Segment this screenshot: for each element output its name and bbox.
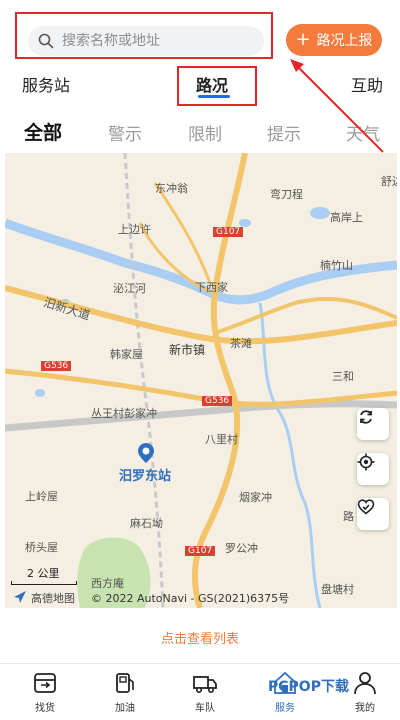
map-label: 烟家冲 bbox=[239, 491, 272, 504]
map-label: 三和 bbox=[332, 370, 354, 383]
map-label: 八里村 bbox=[205, 433, 238, 446]
highway-badge-g536-mid: G536 bbox=[202, 396, 233, 406]
view-list-link[interactable]: 点击查看列表 bbox=[0, 628, 400, 647]
locate-button[interactable] bbox=[357, 453, 389, 485]
refresh-button[interactable] bbox=[357, 408, 389, 440]
person-icon bbox=[354, 672, 376, 695]
map-label: 高岸上 bbox=[330, 211, 363, 224]
watermark: PCPOP下载 bbox=[268, 679, 349, 695]
filter-restriction[interactable]: 限制 bbox=[188, 120, 222, 145]
map-label: 桥头屋 bbox=[25, 541, 58, 554]
nav-label: 加油 bbox=[115, 703, 135, 714]
refresh-icon bbox=[360, 410, 372, 424]
fuel-icon bbox=[116, 673, 134, 693]
tab-highlight-box bbox=[177, 66, 257, 106]
map-label-station: 汨罗东站 bbox=[119, 469, 172, 484]
scale-label: 2 公里 bbox=[27, 567, 60, 580]
map-label: 路 bbox=[343, 510, 354, 523]
locate-icon bbox=[357, 453, 375, 471]
map-label: 下西家 bbox=[195, 281, 228, 294]
map-label: 东冲翁 bbox=[155, 182, 188, 195]
nav-label: 找货 bbox=[35, 703, 55, 714]
nav-item-find-cargo[interactable]: 找货 bbox=[10, 666, 80, 720]
nav-item-fuel[interactable]: 加油 bbox=[90, 666, 160, 720]
nav-label: 我的 bbox=[355, 703, 375, 714]
map-copyright: © 2022 AutoNavi - GS(2021)6375号 bbox=[91, 592, 290, 605]
map-label: 盘塘村 bbox=[321, 583, 354, 596]
map-label: 舒边 bbox=[381, 175, 397, 188]
map-label: 西方庵 bbox=[91, 577, 124, 590]
filter-warning[interactable]: 警示 bbox=[108, 120, 142, 145]
amap-logo-icon bbox=[14, 591, 26, 603]
cargo-icon bbox=[34, 673, 56, 693]
map-label-town: 新市镇 bbox=[169, 343, 206, 357]
nav-item-fleet[interactable]: 车队 bbox=[170, 666, 240, 720]
search-highlight-box bbox=[15, 12, 273, 59]
heart-icon bbox=[357, 499, 375, 515]
station-pin-icon[interactable] bbox=[138, 443, 154, 463]
map-label: 上边许 bbox=[118, 223, 151, 236]
highway-badge-g107: G107 bbox=[213, 227, 244, 237]
report-traffic-button[interactable]: + 路况上报 bbox=[286, 24, 382, 56]
map-label: 茶滩 bbox=[230, 337, 252, 350]
nav-label: 车队 bbox=[195, 703, 215, 714]
expressway-gray bbox=[5, 400, 397, 432]
map-label: 楠竹山 bbox=[320, 259, 353, 272]
map-label: 麻石坳 bbox=[130, 517, 163, 530]
map-label: 泌江河 bbox=[113, 282, 146, 295]
tab-mutual-help[interactable]: 互助 bbox=[351, 72, 383, 96]
lake-4 bbox=[35, 389, 45, 397]
map-label: 上岭屋 bbox=[25, 490, 58, 503]
plus-icon: + bbox=[295, 29, 311, 50]
map-label: 韩家屋 bbox=[110, 348, 143, 361]
scale-bar bbox=[11, 581, 77, 585]
highway-badge-g107-bottom: G107 bbox=[185, 546, 216, 556]
lake-2 bbox=[239, 219, 251, 227]
nav-label: 服务 bbox=[275, 703, 295, 714]
nav-divider bbox=[0, 663, 400, 664]
filter-tip[interactable]: 提示 bbox=[267, 120, 301, 145]
map-label: 丛王村彭家冲 bbox=[91, 407, 157, 420]
filter-all[interactable]: 全部 bbox=[24, 118, 62, 145]
road-north bbox=[153, 182, 212, 284]
map-view[interactable]: 东冲翁 弯刀程 舒边 高岸上 上边许 G107 楠竹山 泌江河 下西家 汨新大道… bbox=[5, 153, 397, 608]
highway-badge-g536-left: G536 bbox=[41, 361, 72, 371]
river-branch bbox=[258, 302, 322, 608]
tab-service-station[interactable]: 服务站 bbox=[22, 72, 70, 96]
map-label: 弯刀程 bbox=[270, 188, 303, 201]
truck-icon bbox=[193, 676, 217, 693]
favorite-button[interactable] bbox=[357, 498, 389, 530]
map-brand: 高德地图 bbox=[31, 592, 75, 605]
filter-weather[interactable]: 天气 bbox=[346, 120, 380, 145]
report-traffic-label: 路况上报 bbox=[316, 33, 373, 49]
map-label: 罗公冲 bbox=[225, 542, 258, 555]
lake-1 bbox=[310, 207, 330, 219]
